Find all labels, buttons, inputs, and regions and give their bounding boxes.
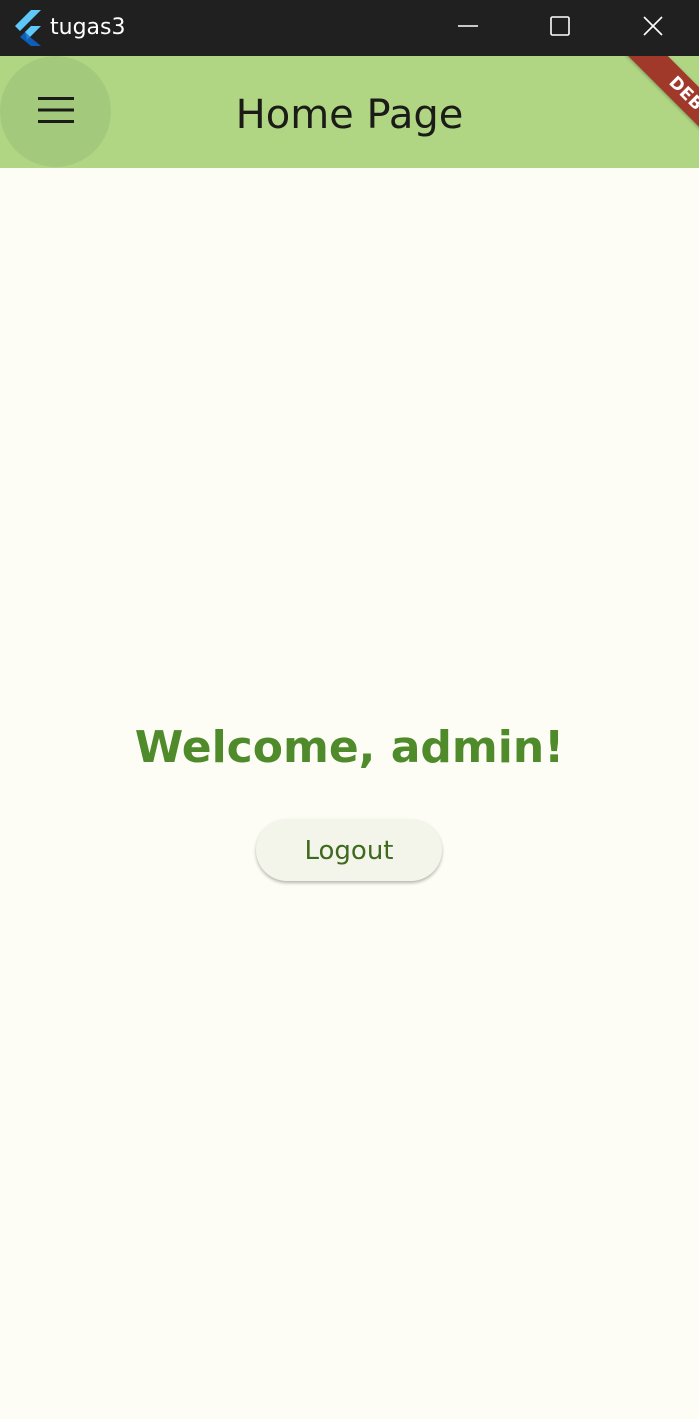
minimize-icon <box>457 15 479 41</box>
logout-button[interactable]: Logout <box>256 819 442 881</box>
flutter-logo-icon <box>14 10 42 46</box>
close-icon <box>642 15 664 41</box>
app-window: tugas3 Home Page DEBUG Welcome, admin! L… <box>0 0 699 1419</box>
drawer-menu-button[interactable] <box>0 56 111 167</box>
close-button[interactable] <box>607 0 699 56</box>
app-bar: Home Page <box>0 56 699 168</box>
welcome-message: Welcome, admin! <box>134 722 565 773</box>
hamburger-menu-icon <box>37 96 74 127</box>
window-titlebar[interactable]: tugas3 <box>0 0 699 56</box>
maximize-icon <box>549 15 571 41</box>
maximize-button[interactable] <box>514 0 606 56</box>
minimize-button[interactable] <box>422 0 514 56</box>
window-title: tugas3 <box>50 15 126 40</box>
